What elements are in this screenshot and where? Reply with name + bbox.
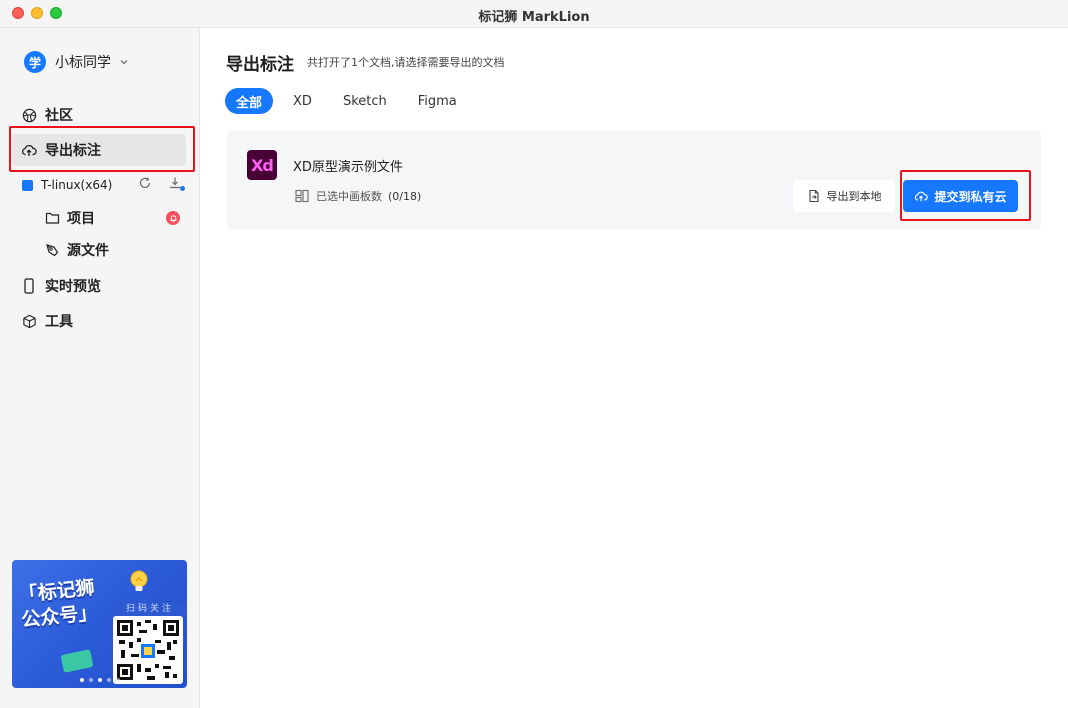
cloud-upload-icon — [914, 189, 929, 203]
chevron-down-icon — [119, 57, 129, 67]
export-file-icon — [807, 189, 821, 203]
bell-icon — [166, 211, 180, 225]
export-local-button[interactable]: 导出到本地 — [793, 180, 895, 212]
xd-file-icon: Xd — [247, 150, 277, 180]
sidebar: 学 小标同学 社区 导出标注 T-linux(x64) 项目 源文件 实时预览 … — [0, 28, 200, 708]
selected-artboards-count: (0/18) — [388, 189, 422, 203]
sidebar-item-label: 项目 — [67, 211, 95, 227]
sidebar-item-export-annotation[interactable]: 导出标注 — [12, 134, 186, 166]
main-content: 导出标注 共打开了1个文档,请选择需要导出的文档 全部 XD Sketch Fi… — [201, 28, 1068, 708]
download-icon[interactable] — [168, 176, 185, 191]
pen-tool-icon — [44, 242, 60, 258]
user-name: 小标同学 — [55, 55, 111, 71]
cube-icon — [21, 313, 37, 329]
sidebar-item-label: 工具 — [45, 314, 73, 330]
artboards-icon — [295, 189, 309, 203]
submit-private-cloud-button[interactable]: 提交到私有云 — [903, 180, 1018, 212]
update-indicator — [180, 186, 185, 191]
cloud-upload-icon — [21, 142, 37, 158]
selected-artboards-label: 已选中画板数 — [316, 190, 382, 203]
page-subtitle: 共打开了1个文档,请选择需要导出的文档 — [307, 56, 505, 69]
page-title: 导出标注 — [226, 55, 294, 75]
qr-label: 扫码关注 — [113, 602, 187, 617]
document-name: XD原型演示例文件 — [293, 160, 403, 175]
file-type-tabs: 全部 XD Sketch Figma — [225, 88, 477, 114]
sidebar-item-label: 社区 — [45, 108, 73, 124]
title-bar: 标记狮 MarkLion — [0, 0, 1068, 28]
document-card[interactable]: Xd XD原型演示例文件 已选中画板数 (0/18) 导出到本地 提交到私有云 — [227, 130, 1041, 230]
sidebar-item-live-preview[interactable]: 实时预览 — [12, 270, 186, 302]
sidebar-item-source-files[interactable]: 源文件 — [44, 239, 184, 261]
artboard-selection-info[interactable]: 已选中画板数 (0/18) — [295, 188, 421, 204]
project-header[interactable]: T-linux(x64) — [22, 176, 186, 194]
tab-figma[interactable]: Figma — [407, 88, 468, 114]
qr-code — [113, 616, 183, 684]
sidebar-item-label: 源文件 — [67, 243, 109, 259]
sidebar-item-community[interactable]: 社区 — [12, 99, 186, 131]
tab-sketch[interactable]: Sketch — [332, 88, 398, 114]
folder-icon — [44, 210, 60, 226]
refresh-icon[interactable] — [138, 176, 152, 190]
note-icon — [60, 649, 94, 673]
promo-title: 「标记狮 公众号」 — [17, 576, 99, 632]
export-local-label: 导出到本地 — [826, 190, 882, 203]
wechat-promo-banner[interactable]: 「标记狮 公众号」 扫码关注 — [12, 560, 187, 688]
sidebar-item-label: 导出标注 — [45, 143, 101, 159]
tab-xd[interactable]: XD — [282, 88, 323, 114]
window-title: 标记狮 MarkLion — [478, 10, 590, 25]
sidebar-item-label: 实时预览 — [45, 279, 101, 295]
tab-all[interactable]: 全部 — [225, 88, 274, 114]
phone-icon — [21, 278, 37, 294]
project-name: T-linux(x64) — [41, 178, 113, 192]
carousel-dots[interactable] — [80, 678, 125, 682]
avatar: 学 — [24, 51, 46, 73]
user-menu[interactable]: 学 小标同学 — [24, 50, 129, 74]
sidebar-item-tools[interactable]: 工具 — [12, 305, 186, 337]
globe-icon — [21, 107, 37, 123]
sidebar-item-projects[interactable]: 项目 — [44, 207, 184, 229]
submit-private-cloud-label: 提交到私有云 — [934, 189, 1007, 204]
light-bulb-icon — [126, 568, 152, 596]
project-color-dot — [22, 179, 33, 191]
